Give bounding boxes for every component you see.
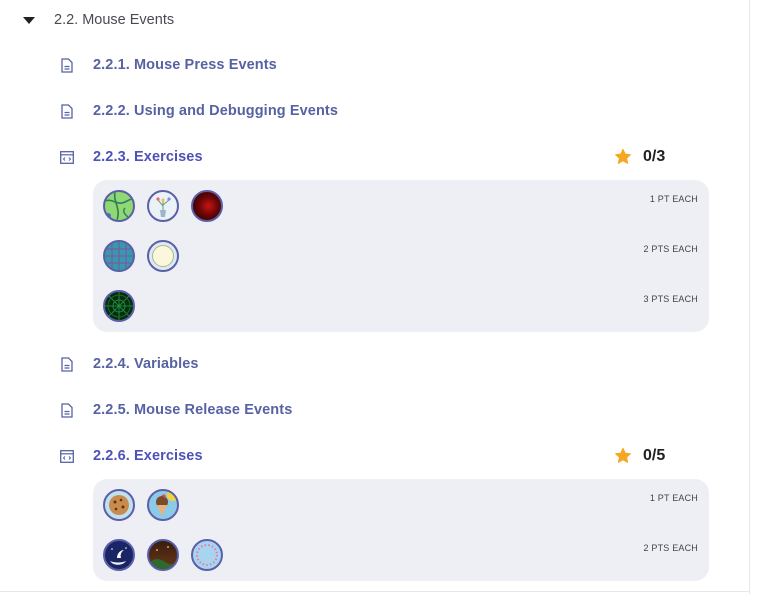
points-label: 2 PTS EACH [643, 244, 698, 254]
ice-cream-badge[interactable] [147, 489, 179, 521]
teal-grid-badge[interactable] [103, 240, 135, 272]
exercise-panel: 1 PT EACH 2 PTS EACH [93, 479, 709, 581]
document-icon [60, 356, 74, 372]
dotted-ring-badge[interactable] [191, 539, 223, 571]
exercise-row [103, 538, 235, 572]
document-icon [60, 103, 74, 119]
toc-item-exercises-2[interactable]: 2.2.6. Exercises [60, 444, 203, 468]
cookie-badge[interactable] [103, 489, 135, 521]
points-label: 2 PTS EACH [643, 543, 698, 553]
exercise-row [103, 289, 147, 323]
green-web-badge[interactable] [103, 290, 135, 322]
document-icon [60, 402, 74, 418]
toc-item-label[interactable]: 2.2.6. Exercises [93, 448, 203, 464]
toc-item-exercises-1[interactable]: 2.2.3. Exercises [60, 145, 203, 169]
toc-item-mouse-release-events[interactable]: 2.2.5. Mouse Release Events [60, 398, 292, 422]
document-icon [60, 57, 74, 73]
section-title: 2.2. Mouse Events [54, 12, 175, 28]
exercise-panel: 1 PT EACH 2 PTS EACH 3 PTS EACH [93, 180, 709, 332]
score-value: 0/3 [643, 148, 666, 165]
toc-item-label[interactable]: 2.2.5. Mouse Release Events [93, 402, 292, 418]
cream-circle-badge[interactable] [147, 240, 179, 272]
exercise-row [103, 239, 191, 273]
brown-hill-badge[interactable] [147, 539, 179, 571]
red-glow-badge[interactable] [191, 190, 223, 222]
code-window-icon [60, 149, 74, 165]
toc-item-label[interactable]: 2.2.3. Exercises [93, 149, 203, 165]
exercise-score: 0/5 [614, 444, 665, 468]
caret-down-icon[interactable] [23, 16, 35, 24]
toc-item-using-debugging-events[interactable]: 2.2.2. Using and Debugging Events [60, 99, 338, 123]
points-label: 1 PT EACH [649, 194, 698, 204]
toc-item-mouse-press-events[interactable]: 2.2.1. Mouse Press Events [60, 53, 277, 77]
star-icon [615, 447, 631, 463]
score-value: 0/5 [643, 447, 666, 464]
exercise-row [103, 488, 191, 522]
section-header[interactable]: 2.2. Mouse Events [20, 8, 174, 32]
night-moon-badge[interactable] [103, 539, 135, 571]
flower-vase-badge[interactable] [147, 190, 179, 222]
toc-item-label[interactable]: 2.2.4. Variables [93, 356, 199, 372]
code-window-icon [60, 448, 74, 464]
star-icon [615, 148, 631, 164]
content-right-border [749, 0, 750, 594]
content-bottom-border [0, 591, 749, 592]
exercise-score: 0/3 [614, 145, 665, 169]
green-map-badge[interactable] [103, 190, 135, 222]
toc-item-label[interactable]: 2.2.1. Mouse Press Events [93, 57, 277, 73]
toc-item-label[interactable]: 2.2.2. Using and Debugging Events [93, 103, 338, 119]
toc-item-variables[interactable]: 2.2.4. Variables [60, 352, 199, 376]
points-label: 3 PTS EACH [643, 294, 698, 304]
exercise-row [103, 189, 235, 223]
points-label: 1 PT EACH [649, 493, 698, 503]
